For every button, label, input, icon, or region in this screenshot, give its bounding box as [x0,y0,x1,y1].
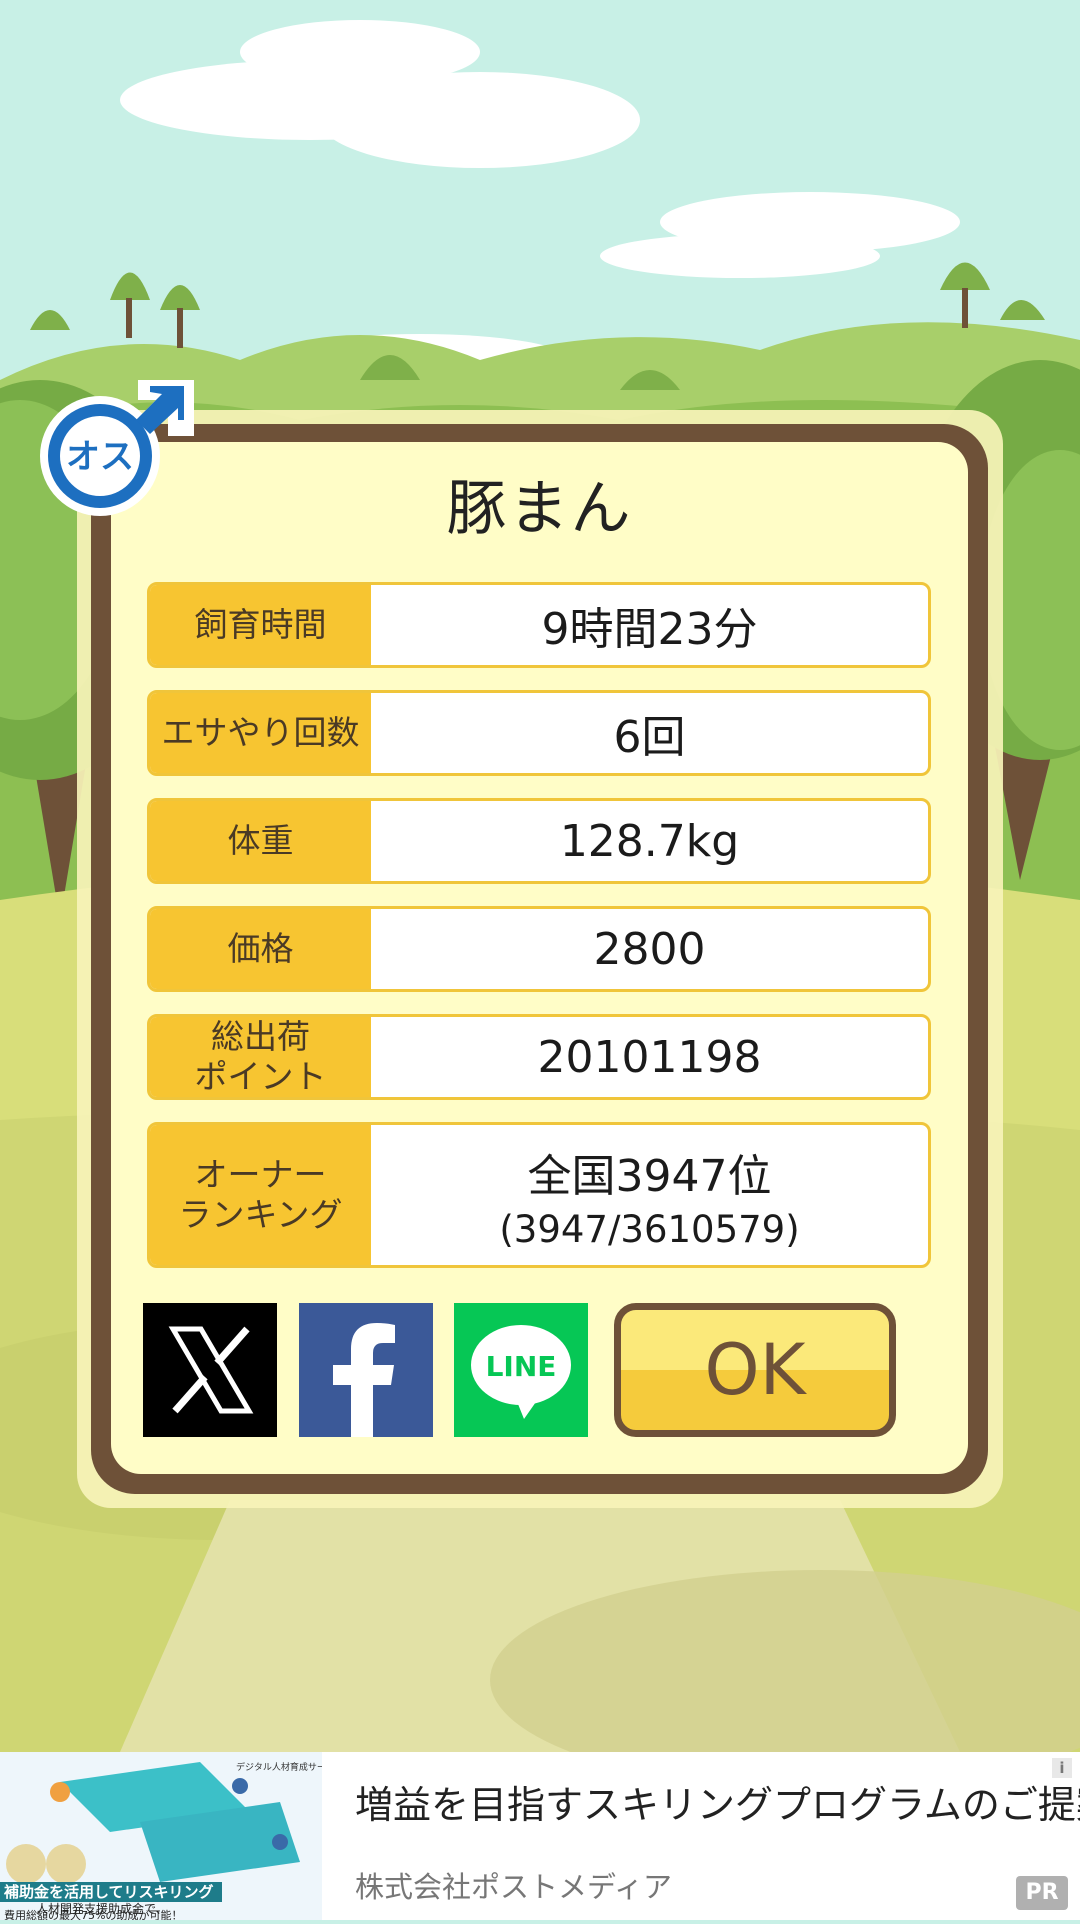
stat-label-line1: オーナー [194,1155,327,1194]
ad-image-caption: 補助金を活用してリスキリング [3,1883,214,1901]
stat-row-raising-time: 飼育時間 9時間23分 [147,582,931,668]
stat-value: 128.7kg [559,815,740,867]
share-facebook-button[interactable] [299,1303,433,1437]
ok-button-label: OK [704,1329,806,1411]
stat-label: オーナー ランキング [150,1125,371,1265]
facebook-logo-icon [299,1303,433,1437]
stat-row-price: 価格 2800 [147,906,931,992]
ad-image[interactable]: 補助金を活用してリスキリング 人材開発支援助成金で、 費用総額の最大75%の助成… [0,1752,344,1922]
stat-label-line2: ポイント [194,1057,327,1096]
ok-button[interactable]: OK [614,1303,896,1437]
stat-label: 総出荷 ポイント [150,1017,371,1097]
stat-value: 9時間23分 [541,604,758,655]
share-line-button[interactable]: LINE [454,1303,588,1437]
stat-row-feed-count: エサやり回数 6回 [147,690,931,776]
pig-name: 豚まん [446,474,633,544]
ranking-detail: (3947/3610579) [499,1207,800,1251]
stat-row-owner-ranking: オーナー ランキング 全国3947位 (3947/3610579) [147,1122,931,1268]
ad-info-icon[interactable]: i [1052,1758,1072,1778]
stat-value: 全国3947位 (3947/3610579) [371,1125,928,1265]
share-x-button[interactable] [143,1303,277,1437]
ad-banner[interactable]: 補助金を活用してリスキリング 人材開発支援助成金で、 費用総額の最大75%の助成… [0,1752,1080,1922]
ad-title[interactable]: 増益を目指すスキリングプログラムのご提案 [355,1774,1080,1829]
stat-label: 体重 [150,801,371,881]
ad-pr-badge: PR [1016,1876,1068,1910]
stat-value: 6回 [613,712,686,763]
stat-label: 価格 [150,909,371,989]
stat-value: 2800 [593,923,706,975]
x-logo-icon [143,1303,277,1437]
stat-row-weight: 体重 128.7kg [147,798,931,884]
ad-image-line3: 費用総額の最大75%の助成が可能！ [4,1908,182,1920]
line-logo-text: LINE [486,1350,557,1383]
stat-label-line2: ランキング [178,1195,343,1234]
stat-value: 20101198 [537,1031,762,1083]
stat-label: 飼育時間 [150,585,371,665]
stat-label: エサやり回数 [150,693,371,773]
ad-sponsor: 株式会社ポストメディア [355,1870,672,1904]
ranking-value: 全国3947位 [527,1150,772,1202]
stat-label-line1: 総出荷 [211,1017,310,1056]
stat-row-shipping-points: 総出荷 ポイント 20101198 [147,1014,931,1100]
ad-image-tag: デジタル人材育成サービス [236,1761,322,1773]
line-logo-icon: LINE [454,1303,588,1437]
